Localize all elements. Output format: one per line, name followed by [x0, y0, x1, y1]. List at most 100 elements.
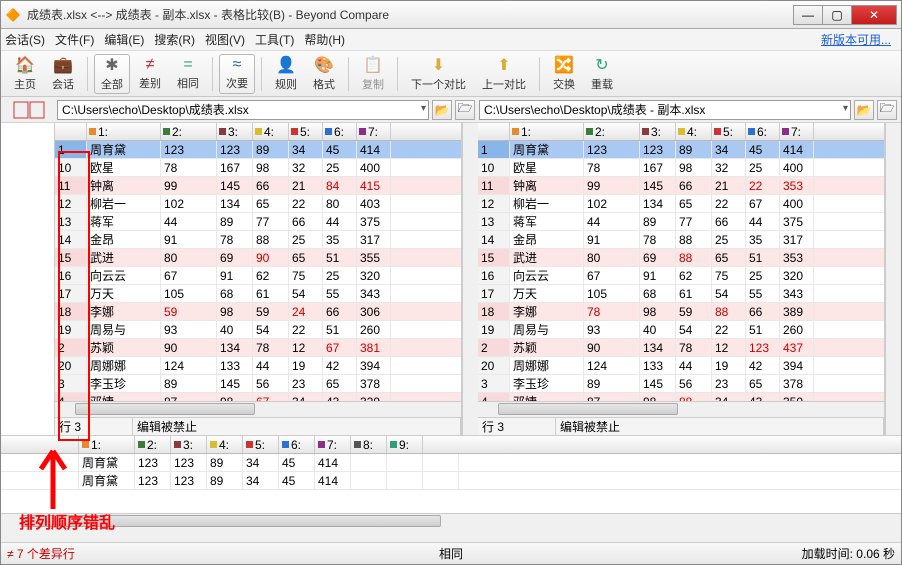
- menu-file[interactable]: 文件(F): [55, 31, 94, 48]
- table-row[interactable]: 3李玉珍89145562365378: [55, 375, 461, 393]
- column-header[interactable]: 9:: [387, 436, 423, 453]
- menu-tools[interactable]: 工具(T): [255, 31, 294, 48]
- table-row[interactable]: 1周育黛123123893445414: [55, 141, 461, 159]
- right-path-input[interactable]: C:\Users\echo\Desktop\成绩表 - 副本.xlsx▾: [479, 100, 851, 120]
- table-row[interactable]: 13蒋军4489776644375: [478, 213, 884, 231]
- column-header[interactable]: 3:: [171, 436, 207, 453]
- table-row[interactable]: 15武进8069906551355: [55, 249, 461, 267]
- column-header[interactable]: 2:: [161, 123, 217, 140]
- table-row[interactable]: 11钟离99145662122353: [478, 177, 884, 195]
- column-header[interactable]: 1:: [79, 436, 135, 453]
- session-button[interactable]: 💼会话: [45, 54, 81, 94]
- detail-rows[interactable]: 周育黛123123893445414周育黛123123893445414: [1, 454, 901, 513]
- table-row[interactable]: 16向云云6791627525320: [55, 267, 461, 285]
- vscroll[interactable]: [885, 123, 901, 435]
- next-diff-button[interactable]: ⬇下一个对比: [404, 54, 473, 94]
- table-row[interactable]: 12柳岩一102134652267400: [478, 195, 884, 213]
- detail-hscroll[interactable]: [1, 513, 901, 529]
- reload-button[interactable]: ↻重载: [584, 54, 620, 94]
- table-row[interactable]: 14金昂9178882535317: [478, 231, 884, 249]
- table-row[interactable]: 19周易与9340542251260: [478, 321, 884, 339]
- close-button[interactable]: ✕: [851, 5, 897, 25]
- column-header[interactable]: 8:: [351, 436, 387, 453]
- table-row[interactable]: 11钟离99145662184415: [55, 177, 461, 195]
- left-browse-button[interactable]: 🗁: [455, 100, 475, 120]
- left-hscroll[interactable]: [55, 401, 461, 417]
- column-header[interactable]: 6:: [746, 123, 780, 140]
- table-row[interactable]: 4邓婕8798883443350: [478, 393, 884, 401]
- column-header[interactable]: [1, 436, 79, 453]
- column-header[interactable]: 7:: [357, 123, 391, 140]
- column-header[interactable]: 4:: [253, 123, 289, 140]
- secondary-button[interactable]: ≈次要: [219, 54, 255, 94]
- all-button[interactable]: ✱全部: [94, 54, 130, 94]
- right-grid[interactable]: 1周育黛12312389344541410欧星7816798322540011钟…: [478, 141, 884, 401]
- column-header[interactable]: 3:: [640, 123, 676, 140]
- table-row[interactable]: 3李玉珍89145562365378: [478, 375, 884, 393]
- column-header[interactable]: 4:: [207, 436, 243, 453]
- table-row[interactable]: 周育黛123123893445414: [1, 454, 901, 472]
- menu-session[interactable]: 会话(S): [5, 31, 45, 48]
- copy-button[interactable]: 📋复制: [355, 54, 391, 94]
- vscroll[interactable]: [462, 123, 478, 435]
- table-row[interactable]: 20周娜娜124133441942394: [478, 357, 884, 375]
- table-row[interactable]: 12柳岩一102134652280403: [55, 195, 461, 213]
- column-header[interactable]: 4:: [676, 123, 712, 140]
- column-header[interactable]: 7:: [780, 123, 814, 140]
- table-row[interactable]: 17万天10568615455343: [55, 285, 461, 303]
- update-link[interactable]: 新版本可用...: [821, 31, 891, 48]
- table-row[interactable]: 2苏颖90134781267381: [55, 339, 461, 357]
- column-header[interactable]: 5:: [712, 123, 746, 140]
- left-open-button[interactable]: 📂: [432, 100, 452, 120]
- column-header[interactable]: [55, 123, 87, 140]
- minimize-button[interactable]: —: [793, 5, 823, 25]
- table-row[interactable]: 10欧星78167983225400: [478, 159, 884, 177]
- table-row[interactable]: 17万天10568615455343: [478, 285, 884, 303]
- swap-button[interactable]: 🔀交换: [546, 54, 582, 94]
- column-header[interactable]: 6:: [279, 436, 315, 453]
- column-header[interactable]: 2:: [135, 436, 171, 453]
- table-row[interactable]: 16向云云6791627525320: [478, 267, 884, 285]
- cell: 65: [289, 249, 323, 266]
- table-row[interactable]: 14金昂9178882535317: [55, 231, 461, 249]
- menu-edit[interactable]: 编辑(E): [104, 31, 144, 48]
- column-header[interactable]: 1:: [87, 123, 161, 140]
- table-row[interactable]: 15武进8069886551353: [478, 249, 884, 267]
- column-header[interactable]: 7:: [315, 436, 351, 453]
- menu-search[interactable]: 搜索(R): [154, 31, 195, 48]
- column-header[interactable]: [478, 123, 510, 140]
- prev-diff-button[interactable]: ⬆上一对比: [475, 54, 533, 94]
- chevron-down-icon[interactable]: ▾: [843, 103, 848, 114]
- column-header[interactable]: 6:: [323, 123, 357, 140]
- table-row[interactable]: 19周易与9340542251260: [55, 321, 461, 339]
- table-row[interactable]: 20周娜娜124133441942394: [55, 357, 461, 375]
- column-header[interactable]: 1:: [510, 123, 584, 140]
- column-header[interactable]: 3:: [217, 123, 253, 140]
- left-grid[interactable]: 1周育黛12312389344541410欧星7816798322540011钟…: [55, 141, 461, 401]
- table-row[interactable]: 13蒋军4489776644375: [55, 213, 461, 231]
- format-button[interactable]: 🎨格式: [306, 54, 342, 94]
- right-hscroll[interactable]: [478, 401, 884, 417]
- table-row[interactable]: 周育黛123123893445414: [1, 472, 901, 490]
- diff-button[interactable]: ≠差别: [132, 54, 168, 94]
- table-row[interactable]: 10欧星78167983225400: [55, 159, 461, 177]
- column-header[interactable]: 2:: [584, 123, 640, 140]
- table-row[interactable]: 4邓婕8798673443329: [55, 393, 461, 401]
- maximize-button[interactable]: ▢: [822, 5, 852, 25]
- right-browse-button[interactable]: 🗁: [877, 100, 897, 120]
- left-path-input[interactable]: C:\Users\echo\Desktop\成绩表.xlsx▾: [57, 100, 429, 120]
- menu-view[interactable]: 视图(V): [205, 31, 245, 48]
- same-button[interactable]: =相同: [170, 54, 206, 94]
- menu-help[interactable]: 帮助(H): [304, 31, 345, 48]
- table-row[interactable]: 2苏颖901347812123437: [478, 339, 884, 357]
- thumbnail-icon[interactable]: [5, 101, 53, 119]
- table-row[interactable]: 18李娜7898598866389: [478, 303, 884, 321]
- right-open-button[interactable]: 📂: [854, 100, 874, 120]
- chevron-down-icon[interactable]: ▾: [421, 103, 426, 114]
- column-header[interactable]: 5:: [243, 436, 279, 453]
- table-row[interactable]: 18李娜5998592466306: [55, 303, 461, 321]
- column-header[interactable]: 5:: [289, 123, 323, 140]
- rules-button[interactable]: 👤规则: [268, 54, 304, 94]
- home-button[interactable]: 🏠主页: [7, 54, 43, 94]
- table-row[interactable]: 1周育黛123123893445414: [478, 141, 884, 159]
